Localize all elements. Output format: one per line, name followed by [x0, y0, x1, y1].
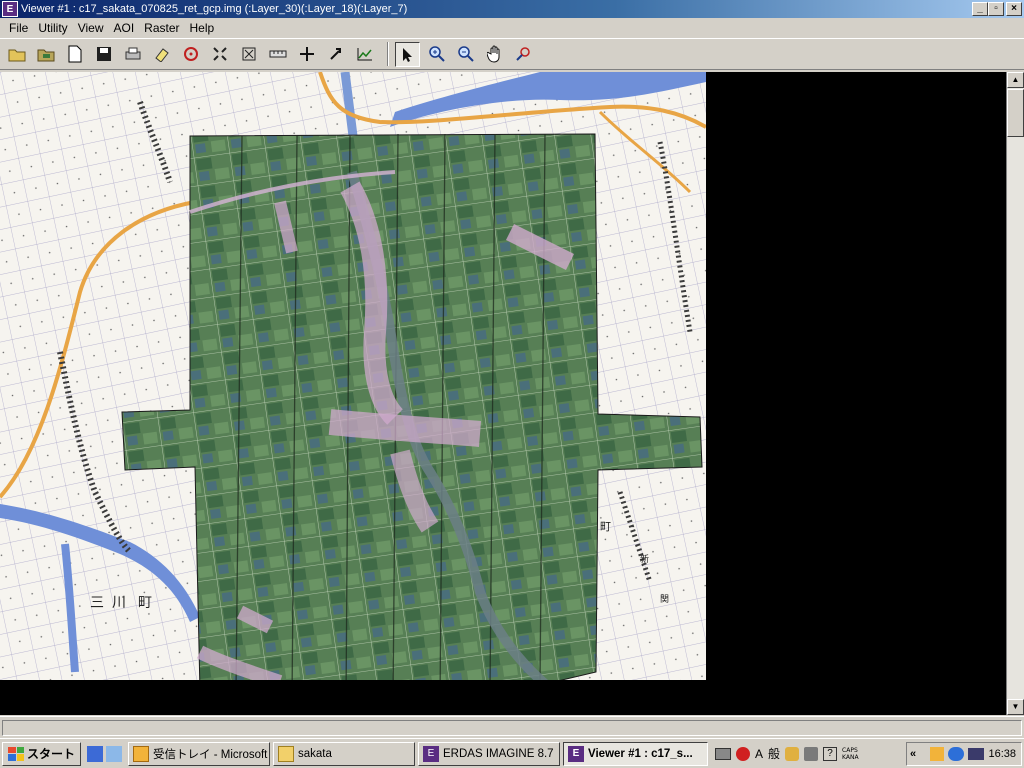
- pan-hand-icon[interactable]: [482, 42, 507, 67]
- scroll-down-arrow-icon[interactable]: ▼: [1007, 699, 1024, 715]
- inquire-cursor-icon[interactable]: [178, 42, 203, 67]
- viewer-icon: E: [568, 745, 585, 762]
- folder-icon: [278, 745, 295, 762]
- window-title: Viewer #1 : c17_sakata_070825_ret_gcp.im…: [21, 3, 408, 15]
- scroll-thumb[interactable]: [1007, 89, 1024, 137]
- kana-label: KANA: [842, 753, 859, 761]
- ime-dictionary-icon[interactable]: [804, 746, 819, 761]
- erdas-app-icon[interactable]: E: [2, 1, 18, 17]
- erase-icon[interactable]: [149, 42, 174, 67]
- ie-icon[interactable]: [87, 745, 104, 762]
- histogram-icon[interactable]: [352, 42, 377, 67]
- map-label-5: 新: [640, 553, 649, 565]
- maximize-button[interactable]: ▫: [988, 2, 1004, 16]
- menu-raster[interactable]: Raster: [139, 21, 184, 35]
- task-erdas[interactable]: E ERDAS IMAGINE 8.7: [418, 741, 561, 766]
- ime-pad-icon[interactable]: [736, 746, 751, 761]
- link-icon[interactable]: [323, 42, 348, 67]
- map-label-2: 川: [112, 595, 126, 611]
- open-layer-icon[interactable]: [33, 42, 58, 67]
- ime-kanji[interactable]: 般: [768, 745, 780, 762]
- select-arrow-icon[interactable]: [395, 41, 420, 67]
- viewer-window: E Viewer #1 : c17_sakata_070825_ret_gcp.…: [0, 0, 1024, 738]
- map-viewport[interactable]: 三 川 町 町 新 関: [0, 72, 1006, 715]
- crosshair-icon[interactable]: [294, 42, 319, 67]
- map-layer: 三 川 町 町 新 関: [0, 72, 706, 680]
- measure-ruler-icon[interactable]: [265, 42, 290, 67]
- close-button[interactable]: ×: [1006, 2, 1022, 16]
- menu-utility[interactable]: Utility: [33, 21, 72, 35]
- menu-aoi[interactable]: AOI: [108, 21, 139, 35]
- start-label: スタート: [27, 747, 76, 761]
- zoom-out-icon[interactable]: [453, 42, 478, 67]
- caps-kana-indicator: CAPS KANA: [842, 747, 859, 761]
- status-panel: [2, 720, 1022, 736]
- toolbar: [0, 38, 1024, 70]
- vertical-scrollbar[interactable]: ▲ ▼: [1006, 72, 1024, 715]
- scale-icon[interactable]: [236, 42, 261, 67]
- ime-tool-icon[interactable]: [785, 746, 800, 761]
- outlook-icon: [133, 745, 150, 762]
- map-label-3: 町: [138, 595, 152, 611]
- task-viewer-label: Viewer #1 : c17_s...: [588, 747, 693, 760]
- tray-network-icon[interactable]: [948, 747, 965, 761]
- tray-mail-icon[interactable]: [930, 747, 945, 761]
- taskbar: スタート 受信トレイ - Microsoft ... sakata E ERDA…: [0, 738, 1024, 768]
- start-button[interactable]: スタート: [2, 741, 82, 766]
- desktop-icon[interactable]: [106, 745, 123, 762]
- ime-toolbar: A 般 ? CAPS KANA: [715, 745, 859, 762]
- map-label-6: 関: [660, 594, 669, 605]
- roam-icon[interactable]: [511, 42, 536, 67]
- zoom-in-icon[interactable]: [424, 42, 449, 67]
- task-outlook[interactable]: 受信トレイ - Microsoft ...: [128, 741, 271, 766]
- task-sakata[interactable]: sakata: [273, 741, 416, 766]
- toolbar-separator: [387, 42, 389, 66]
- status-bar: [0, 716, 1024, 738]
- system-tray: « 16:38: [906, 742, 1022, 766]
- map-label-4: 町: [600, 520, 611, 533]
- menu-file[interactable]: File: [4, 21, 33, 35]
- task-erdas-label: ERDAS IMAGINE 8.7: [443, 747, 554, 760]
- quick-launch: [87, 745, 123, 762]
- task-outlook-label: 受信トレイ - Microsoft ...: [153, 748, 271, 761]
- map-canvas[interactable]: 三 川 町 町 新 関: [0, 72, 706, 680]
- task-viewer[interactable]: E Viewer #1 : c17_s...: [563, 741, 709, 766]
- caps-label: CAPS: [842, 746, 858, 754]
- menu-bar: File Utility View AOI Raster Help: [0, 18, 1024, 38]
- help-icon[interactable]: ?: [823, 746, 838, 761]
- menu-help[interactable]: Help: [185, 21, 220, 35]
- tray-expand-icon[interactable]: «: [910, 748, 916, 760]
- scroll-up-arrow-icon[interactable]: ▲: [1007, 72, 1024, 88]
- open-folder-icon[interactable]: [4, 42, 29, 67]
- clock[interactable]: 16:38: [988, 748, 1016, 760]
- save-icon[interactable]: [91, 42, 116, 67]
- erdas-icon: E: [423, 745, 440, 762]
- print-icon[interactable]: [120, 42, 145, 67]
- ime-mode[interactable]: A: [755, 747, 763, 761]
- menu-view[interactable]: View: [73, 21, 109, 35]
- task-sakata-label: sakata: [298, 747, 332, 760]
- fit-extent-icon[interactable]: [207, 42, 232, 67]
- minimize-button[interactable]: _: [972, 2, 988, 16]
- keyboard-icon[interactable]: [715, 747, 732, 760]
- windows-logo-icon: [8, 746, 24, 761]
- map-label-1: 三: [90, 595, 104, 611]
- new-document-icon[interactable]: [62, 42, 87, 67]
- title-bar[interactable]: E Viewer #1 : c17_sakata_070825_ret_gcp.…: [0, 0, 1024, 18]
- tray-monitor-icon[interactable]: [968, 748, 985, 760]
